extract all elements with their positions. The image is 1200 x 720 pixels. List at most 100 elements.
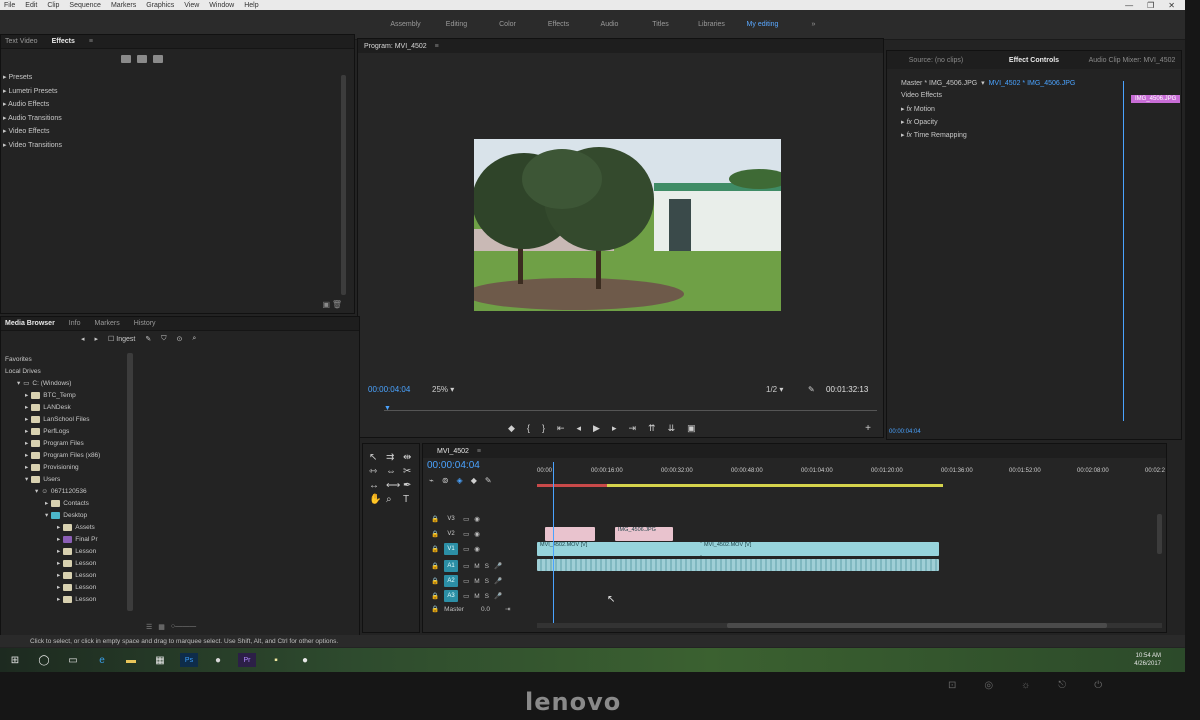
menu-graphics[interactable]: Graphics	[146, 2, 174, 9]
solo-icon[interactable]: S	[485, 578, 489, 585]
workspace-my-editing[interactable]: My editing	[737, 21, 788, 28]
program-playhead-icon[interactable]: ▼	[384, 405, 391, 412]
lock-icon[interactable]: 🔒	[431, 592, 439, 600]
workspace-libraries[interactable]: Libraries	[686, 21, 737, 28]
tray-clock[interactable]: 10:54 AM 4/26/2017	[1134, 652, 1185, 668]
solo-icon[interactable]: S	[485, 593, 489, 600]
toggle-output-icon[interactable]: ▭	[463, 577, 469, 585]
tab-history[interactable]: History	[134, 320, 156, 327]
menu-sequence[interactable]: Sequence	[69, 2, 101, 9]
timeline-ruler[interactable]: 00:00 00:00:16:00 00:00:32:00 00:00:48:0…	[537, 468, 1165, 478]
timeline-clip[interactable]: MVI_4502.MOV [V]	[701, 542, 939, 556]
rate-stretch-tool-icon[interactable]: ⇔	[386, 466, 400, 477]
menu-clip[interactable]: Clip	[47, 2, 59, 9]
effects-item-video-transitions[interactable]: ▸ Video Transitions	[3, 141, 62, 155]
ingest-checkbox[interactable]: ☐ Ingest	[108, 335, 135, 343]
workspace-audio[interactable]: Audio	[584, 21, 635, 28]
tree-folder[interactable]: ▸ LanSchool Files	[5, 413, 100, 425]
slip-tool-icon[interactable]: ↔	[369, 480, 383, 491]
effects-item-audio-transitions[interactable]: ▸ Audio Transitions	[3, 114, 62, 128]
tree-folder[interactable]: ▸ Lesson	[5, 557, 100, 569]
eye-icon[interactable]: ◉	[474, 530, 480, 538]
ripple-edit-tool-icon[interactable]: ⇹	[403, 452, 417, 463]
media-tree-scrollbar[interactable]	[127, 353, 133, 611]
directory-icon[interactable]: ⊙	[176, 335, 182, 343]
tree-folder[interactable]: ▸ Lesson	[5, 581, 100, 593]
panel-menu-icon[interactable]: ≡	[89, 38, 93, 45]
search-icon[interactable]: ⌕	[192, 335, 196, 343]
minimize-button[interactable]: —	[1125, 1, 1133, 10]
sticky-notes-icon[interactable]: ▪	[267, 653, 285, 667]
task-view-icon[interactable]: ▭	[64, 653, 82, 667]
tree-local-drives[interactable]: Local Drives	[5, 365, 100, 377]
toggle-output-icon[interactable]: ▭	[463, 515, 469, 523]
yuv-effects-icon[interactable]	[153, 55, 163, 63]
eye-icon[interactable]: ◉	[474, 545, 480, 553]
menu-markers[interactable]: Markers	[111, 2, 136, 9]
tree-folder[interactable]: ▾ Desktop	[5, 509, 100, 521]
master-volume-value[interactable]: 0.0	[481, 606, 490, 613]
tab-effect-controls[interactable]: Effect Controls	[985, 57, 1083, 64]
lift-icon[interactable]: ⇈	[648, 423, 656, 434]
sequence-tab[interactable]: MVI_4502	[437, 448, 469, 455]
program-time-ruler[interactable]: ▼	[384, 405, 877, 412]
lock-icon[interactable]: 🔒	[431, 605, 439, 613]
pen-tool-icon[interactable]: ✒	[403, 480, 417, 491]
microphone-icon[interactable]: 🎤	[494, 577, 502, 585]
mute-icon[interactable]: M	[474, 563, 479, 570]
lock-icon[interactable]: 🔒	[431, 515, 439, 523]
edge-icon[interactable]: e	[93, 653, 111, 667]
workspace-assembly[interactable]: Assembly	[380, 21, 431, 28]
ec-playhead[interactable]	[1123, 81, 1124, 421]
razor-tool-icon[interactable]: ✂	[403, 466, 417, 477]
tab-effects[interactable]: Effects	[52, 38, 75, 45]
list-view-icon[interactable]: ☰	[146, 623, 152, 631]
tab-info[interactable]: Info	[69, 320, 81, 327]
effects-item-lumetri-presets[interactable]: ▸ Lumetri Presets	[3, 87, 62, 101]
tree-folder[interactable]: ▸ LANDesk	[5, 401, 100, 413]
track-select-tool-icon[interactable]: ⇉	[386, 452, 400, 463]
toggle-output-icon[interactable]: ▭	[463, 562, 469, 570]
panel-menu-icon[interactable]: ≡	[435, 43, 439, 50]
close-button[interactable]: ✕	[1168, 1, 1175, 10]
workspace-color[interactable]: Color	[482, 21, 533, 28]
tab-source[interactable]: Source: (no clips)	[887, 57, 985, 64]
new-bin-icon[interactable]: ▣	[322, 300, 330, 309]
play-icon[interactable]: ▶	[593, 423, 600, 434]
zoom-level-select[interactable]: 25% ▾	[432, 385, 454, 394]
cortana-icon[interactable]: ◯	[35, 653, 53, 667]
tab-audio-clip-mixer[interactable]: Audio Clip Mixer: MVI_4502	[1083, 57, 1181, 64]
workspace-overflow-button[interactable]: »	[788, 21, 839, 28]
mute-icon[interactable]: M	[474, 593, 479, 600]
tree-folder[interactable]: ▸ Assets	[5, 521, 100, 533]
type-tool-icon[interactable]: T	[403, 494, 417, 505]
step-back-icon[interactable]: ◂	[577, 423, 582, 434]
tree-folder[interactable]: ▸ Provisioning	[5, 461, 100, 473]
tree-user[interactable]: ▾ ☺ 0671120536	[5, 485, 100, 497]
timeline-hscroll[interactable]	[537, 623, 1162, 628]
maximize-button[interactable]: ❐	[1147, 1, 1154, 10]
marker-icon[interactable]: ◆	[471, 476, 477, 485]
lock-icon[interactable]: 🔒	[431, 530, 439, 538]
program-current-timecode[interactable]: 00:00:04:04	[368, 385, 410, 394]
input-button-icon[interactable]: ⊡	[948, 680, 956, 691]
microphone-icon[interactable]: 🎤	[494, 592, 502, 600]
toggle-output-icon[interactable]: ▭	[463, 592, 469, 600]
tree-folder[interactable]: ▸ Lesson	[5, 569, 100, 581]
zoom-tool-icon[interactable]: ⌕	[386, 494, 400, 505]
app-icon[interactable]: ●	[296, 653, 314, 667]
back-icon[interactable]: ◂	[81, 335, 85, 343]
mute-icon[interactable]: M	[474, 578, 479, 585]
timeline-playhead[interactable]	[553, 462, 554, 627]
tree-favorites[interactable]: Favorites	[5, 353, 100, 365]
store-icon[interactable]: ▦	[151, 653, 169, 667]
power-button-icon[interactable]: ⏻	[1094, 680, 1102, 691]
filter-icon[interactable]: ⛉	[161, 335, 166, 343]
tree-folder[interactable]: ▸ Lesson	[5, 545, 100, 557]
tree-folder[interactable]: ▸ PerfLogs	[5, 425, 100, 437]
brightness-button-icon[interactable]: ☼	[1021, 680, 1030, 691]
tree-folder[interactable]: ▸ Contacts	[5, 497, 100, 509]
wrench-icon[interactable]: ✎	[808, 385, 815, 394]
effects-item-presets[interactable]: ▸ Presets	[3, 73, 62, 87]
effect-motion-row[interactable]: ▸ fx Motion	[901, 105, 1075, 118]
